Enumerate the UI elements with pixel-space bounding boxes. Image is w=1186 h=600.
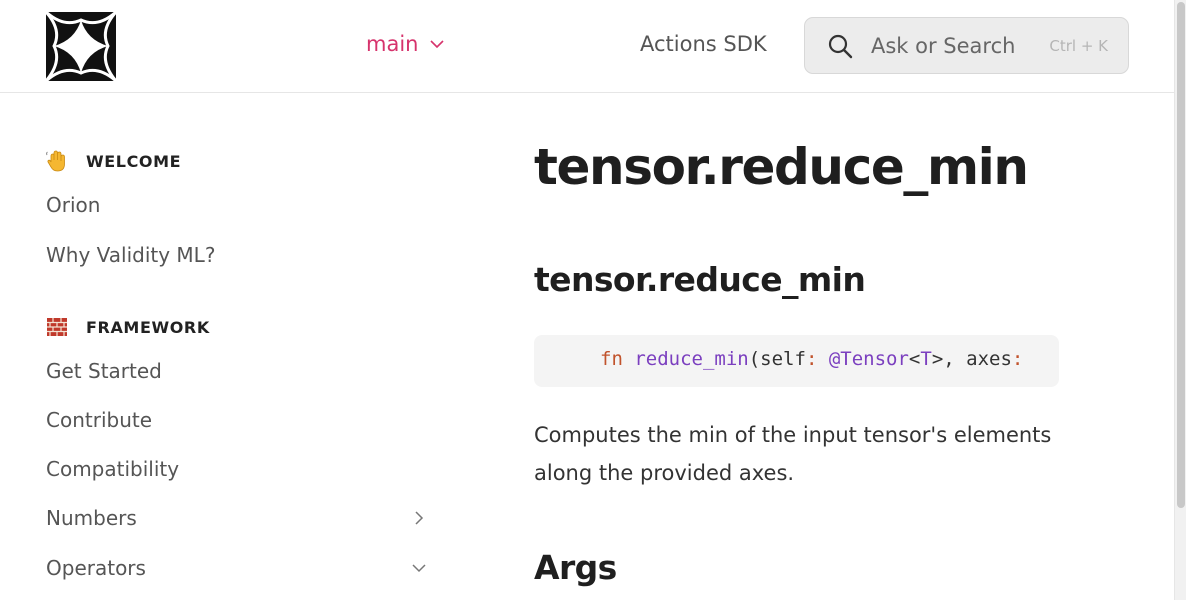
brick-icon: [47, 318, 67, 336]
code-type: @Tensor: [828, 348, 909, 370]
code-type-param: T: [920, 348, 932, 370]
branch-label: main: [366, 32, 419, 56]
page-title: tensor.reduce_min: [534, 138, 1029, 196]
sidebar-item-compatibility[interactable]: Compatibility: [46, 457, 426, 481]
code-token: >, axes: [931, 348, 1012, 370]
sidebar-item-label: Orion: [46, 193, 101, 217]
description-text: Computes the min of the input tensor's e…: [534, 423, 1052, 485]
waving-hand-icon: [46, 150, 65, 172]
branch-selector[interactable]: main: [366, 32, 445, 56]
code-block[interactable]: fn reduce_min(self: @Tensor<T>, axes:: [534, 335, 1059, 387]
sidebar-section-framework: FRAMEWORK: [46, 316, 210, 338]
code-keyword: fn: [600, 348, 623, 370]
sidebar-item-label: Contribute: [46, 408, 153, 432]
search-placeholder: Ask or Search: [871, 33, 1016, 58]
code-token: :: [1011, 348, 1024, 370]
sidebar-item-label: Numbers: [46, 506, 137, 530]
section-heading[interactable]: tensor.reduce_min: [534, 260, 866, 299]
actions-sdk-link[interactable]: Actions SDK: [640, 32, 767, 56]
sidebar-item-get-started[interactable]: Get Started: [46, 359, 426, 383]
sidebar-item-numbers[interactable]: Numbers: [46, 506, 426, 530]
sidebar-item-contribute[interactable]: Contribute: [46, 408, 426, 432]
top-header: main Actions SDK Ask or Search Ctrl + K: [0, 0, 1174, 93]
chevron-down-icon: [430, 40, 445, 49]
sidebar-item-label: Compatibility: [46, 457, 180, 481]
sidebar-item-operators[interactable]: Operators: [46, 556, 426, 580]
sidebar-item-why-validity-ml[interactable]: Why Validity ML?: [46, 243, 426, 267]
page-scrollbar[interactable]: [1174, 0, 1186, 600]
sidebar-item-label: Why Validity ML?: [46, 243, 216, 267]
sidebar-item-label: Get Started: [46, 359, 162, 383]
sidebar-item-label: Operators: [46, 556, 146, 580]
code-function-name: reduce_min: [634, 348, 749, 370]
chevron-right-icon[interactable]: [412, 511, 426, 525]
sidebar-section-title: FRAMEWORK: [86, 317, 210, 337]
scrollbar-thumb[interactable]: [1177, 2, 1185, 508]
code-token: <: [908, 348, 921, 370]
main-content: tensor.reduce_min tensor.reduce_min fn r…: [534, 94, 1154, 600]
code-token: :: [805, 348, 818, 370]
search-shortcut: Ctrl + K: [1049, 36, 1108, 55]
args-heading[interactable]: Args: [534, 548, 617, 587]
sidebar-section-title: WELCOME: [86, 151, 182, 171]
chevron-down-icon[interactable]: [412, 561, 426, 575]
orion-logo[interactable]: [46, 12, 116, 81]
sidebar-item-orion[interactable]: Orion: [46, 193, 426, 217]
sidebar: WELCOME Orion Why Validity ML? FRAMEWORK…: [0, 94, 460, 600]
search-box[interactable]: Ask or Search Ctrl + K: [804, 17, 1129, 74]
code-signature: fn reduce_min(self: @Tensor<T>, axes:: [600, 348, 1023, 370]
code-token: (self: [748, 348, 806, 370]
sidebar-section-welcome: WELCOME: [46, 150, 181, 172]
search-icon: [828, 34, 853, 58]
